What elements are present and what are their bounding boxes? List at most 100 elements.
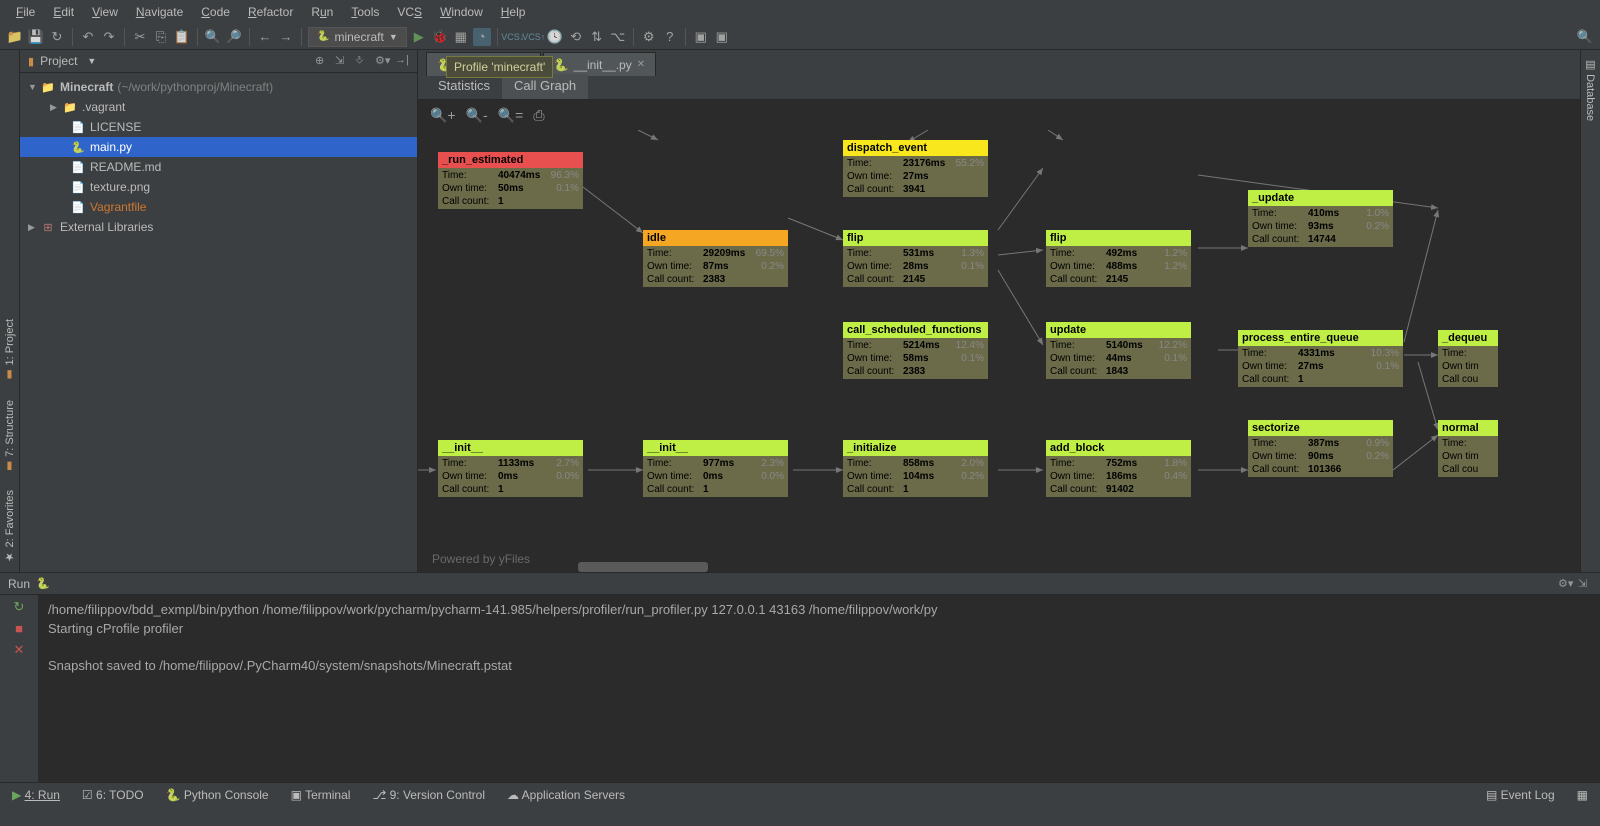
node-process-queue[interactable]: process_entire_queueTime:4331ms10.3%Own …	[1238, 330, 1403, 387]
vcs-branch-icon[interactable]: ⌥	[609, 28, 627, 46]
project-tree: ▼📁 Minecraft (~/work/pythonproj/Minecraf…	[20, 73, 417, 241]
search-everywhere-icon[interactable]: 🔍	[1576, 28, 1594, 46]
horizontal-scrollbar[interactable]	[578, 562, 708, 572]
stop-icon[interactable]: ■	[15, 621, 23, 636]
forward-icon[interactable]: →	[277, 28, 295, 46]
call-graph-canvas[interactable]: _run_estimatedTime:40474ms96.3%Own time:…	[418, 130, 1580, 572]
status-corner-icon[interactable]: ▦	[1577, 788, 1588, 802]
tree-external-libs[interactable]: ▶⊞External Libraries	[20, 217, 417, 237]
vcs-push-icon[interactable]: ⇅	[588, 28, 606, 46]
profiler-subtabs: Statistics Call Graph	[418, 76, 1580, 100]
node-dispatch-event[interactable]: dispatch_eventTime:23176ms55.2%Own time:…	[843, 140, 988, 197]
tree-main-py[interactable]: 🐍main.py	[20, 137, 417, 157]
vcs-update-icon[interactable]: VCS↓	[504, 28, 522, 46]
menu-view[interactable]: View	[84, 2, 126, 22]
tree-license[interactable]: 📄LICENSE	[20, 117, 417, 137]
coverage-icon[interactable]: ▦	[452, 28, 470, 46]
node-sectorize[interactable]: sectorizeTime:387ms0.9%Own time:90ms0.2%…	[1248, 420, 1393, 477]
node-update-underscore[interactable]: _updateTime:410ms1.0%Own time:93ms0.2%Ca…	[1248, 190, 1393, 247]
tree-vagrantfile[interactable]: 📄Vagrantfile	[20, 197, 417, 217]
node-add-block[interactable]: add_blockTime:752ms1.8%Own time:186ms0.4…	[1046, 440, 1191, 497]
node-dequeue[interactable]: _dequeuTime:Own timCall cou	[1438, 330, 1498, 387]
open-icon[interactable]: 📁	[6, 28, 24, 46]
copy-icon[interactable]: ⎘	[152, 28, 170, 46]
status-event-log[interactable]: ▤ Event Log	[1486, 788, 1555, 802]
node-update[interactable]: updateTime:5140ms12.2%Own time:44ms0.1%C…	[1046, 322, 1191, 379]
node-normal[interactable]: normalTime:Own timCall cou	[1438, 420, 1498, 477]
replace-icon[interactable]: 🔎	[225, 28, 243, 46]
menu-help[interactable]: Help	[493, 2, 534, 22]
vcs-history-icon[interactable]: 🕓	[546, 28, 564, 46]
cut-icon[interactable]: ✂	[131, 28, 149, 46]
menu-navigate[interactable]: Navigate	[128, 2, 191, 22]
debug-icon[interactable]: 🐞	[431, 28, 449, 46]
menu-tools[interactable]: Tools	[343, 2, 387, 22]
collapse-all-icon[interactable]: ⊕	[315, 54, 329, 68]
node-run-estimated[interactable]: _run_estimatedTime:40474ms96.3%Own time:…	[438, 152, 583, 209]
run-config-selector[interactable]: 🐍minecraft▼	[308, 27, 407, 47]
console-output[interactable]: /home/filippov/bdd_exmpl/bin/python /hom…	[38, 595, 1600, 782]
export-icon[interactable]: ⎙	[533, 107, 544, 124]
tree-root[interactable]: ▼📁 Minecraft (~/work/pythonproj/Minecraf…	[20, 77, 417, 97]
node-init-2[interactable]: __init__Time:977ms2.3%Own time:0ms0.0%Ca…	[643, 440, 788, 497]
status-version-control[interactable]: ⎇ 9: Version Control	[372, 788, 485, 802]
zoom-out-icon[interactable]: 🔍-	[466, 107, 488, 124]
tree-texture[interactable]: 📄texture.png	[20, 177, 417, 197]
menu-code[interactable]: Code	[193, 2, 238, 22]
help-icon[interactable]: ?	[661, 28, 679, 46]
menu-edit[interactable]: Edit	[45, 2, 82, 22]
menu-vcs[interactable]: VCS	[389, 2, 430, 22]
tab-init[interactable]: 🐍__init__.py✕	[543, 52, 656, 76]
strip-database[interactable]: ▤ Database	[1584, 58, 1597, 121]
strip-structure[interactable]: ▮ 7: Structure	[3, 400, 16, 473]
status-app-servers[interactable]: ☁ Application Servers	[507, 788, 625, 802]
menu-refactor[interactable]: Refactor	[240, 2, 301, 22]
save-icon[interactable]: 💾	[27, 28, 45, 46]
back-icon[interactable]: ←	[256, 28, 274, 46]
status-run[interactable]: ▶ 4: Run	[12, 788, 60, 802]
status-terminal[interactable]: ▣ Terminal	[291, 788, 351, 802]
node-idle[interactable]: idleTime:29209ms69.5%Own time:87ms0.2%Ca…	[643, 230, 788, 287]
panel-settings-icon[interactable]: ⚙▾	[375, 54, 389, 68]
status-python-console[interactable]: 🐍 Python Console	[166, 788, 269, 802]
node-flip-1[interactable]: flipTime:531ms1.3%Own time:28ms0.1%Call …	[843, 230, 988, 287]
strip-project[interactable]: ▮ 1: Project	[3, 319, 16, 382]
tb-extra2-icon[interactable]: ▣	[713, 28, 731, 46]
tree-readme[interactable]: 📄README.md	[20, 157, 417, 177]
hide-panel-icon[interactable]: →|	[395, 54, 409, 68]
zoom-reset-icon[interactable]: 🔍=	[498, 107, 524, 124]
redo-icon[interactable]: ↷	[100, 28, 118, 46]
run-header: Run 🐍 ⚙▾ ⇲	[0, 573, 1600, 595]
node-flip-2[interactable]: flipTime:492ms1.2%Own time:488ms1.2%Call…	[1046, 230, 1191, 287]
editor-area: 🐍ecraft.pstat✕ 🐍__init__.py✕ Statistics …	[418, 50, 1580, 572]
settings-icon[interactable]: ⚙	[640, 28, 658, 46]
tree-vagrant[interactable]: ▶📁.vagrant	[20, 97, 417, 117]
zoom-in-icon[interactable]: 🔍+	[430, 107, 456, 124]
menu-window[interactable]: Window	[432, 2, 491, 22]
find-icon[interactable]: 🔍	[204, 28, 222, 46]
vcs-revert-icon[interactable]: ⟲	[567, 28, 585, 46]
paste-icon[interactable]: 📋	[173, 28, 191, 46]
menu-bar: File Edit View Navigate Code Refactor Ru…	[0, 0, 1600, 24]
run-hide-icon[interactable]: ⇲	[1578, 577, 1592, 590]
scroll-to-icon[interactable]: ⇲	[335, 54, 349, 68]
tb-extra1-icon[interactable]: ▣	[692, 28, 710, 46]
undo-icon[interactable]: ↶	[79, 28, 97, 46]
run-settings-icon[interactable]: ⚙▾	[1558, 577, 1572, 590]
node-init-1[interactable]: __init__Time:1133ms2.7%Own time:0ms0.0%C…	[438, 440, 583, 497]
menu-run[interactable]: Run	[303, 2, 341, 22]
close-run-icon[interactable]: ✕	[14, 642, 25, 658]
profile-icon[interactable]: ◔	[473, 28, 491, 46]
menu-file[interactable]: File	[8, 2, 43, 22]
project-panel: ▮ Project ▼ ⊕ ⇲ ⎀ ⚙▾ →| ▼📁 Minecraft (~/…	[20, 50, 418, 572]
rerun-icon[interactable]: ↻	[14, 599, 25, 615]
profile-tooltip: Profile 'minecraft'	[446, 56, 553, 78]
sync-icon[interactable]: ↻	[48, 28, 66, 46]
node-initialize[interactable]: _initializeTime:858ms2.0%Own time:104ms0…	[843, 440, 988, 497]
vcs-commit-icon[interactable]: VCS↑	[525, 28, 543, 46]
run-icon[interactable]: ▶	[410, 28, 428, 46]
strip-favorites[interactable]: ★ 2: Favorites	[3, 490, 16, 564]
scroll-from-icon[interactable]: ⎀	[355, 54, 369, 68]
status-todo[interactable]: ☑ 6: TODO	[82, 788, 144, 802]
node-call-scheduled[interactable]: call_scheduled_functionsTime:5214ms12.4%…	[843, 322, 988, 379]
